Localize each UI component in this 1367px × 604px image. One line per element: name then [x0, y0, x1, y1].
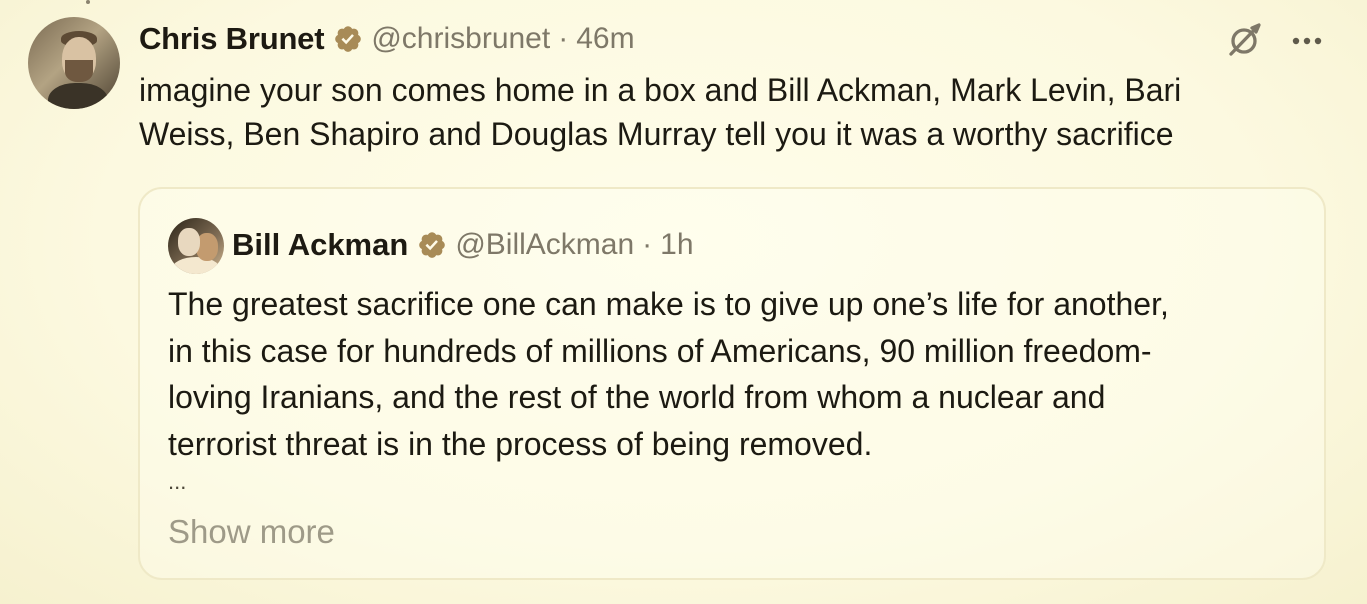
quoted-tweet-card[interactable]: Bill Ackman @BillAckman · 1h The greates…	[138, 187, 1326, 580]
tweet-header: Chris Brunet @chrisbrunet · 46m	[139, 16, 635, 62]
verified-badge-icon	[417, 230, 447, 260]
cropped-reply-indicator	[86, 0, 376, 4]
metadata-separator: ·	[558, 22, 569, 55]
author-handle[interactable]: @chrisbrunet	[371, 22, 550, 56]
author-name[interactable]: Chris Brunet	[139, 21, 325, 57]
quoted-tweet-timestamp[interactable]: 1h	[660, 228, 693, 262]
show-more-link[interactable]: Show more	[168, 511, 335, 553]
quoted-author-name[interactable]: Bill Ackman	[232, 227, 408, 263]
tweet-text: imagine your son comes home in a box and…	[139, 72, 1182, 152]
quoted-author-handle[interactable]: @BillAckman	[455, 228, 634, 262]
truncation-ellipsis: ...	[168, 469, 187, 494]
quoted-author-avatar[interactable]	[168, 218, 224, 274]
grok-icon[interactable]	[1224, 20, 1264, 60]
quoted-tweet-text: The greatest sacrifice one can make is t…	[168, 286, 1169, 462]
tweet-timestamp[interactable]: 46m	[576, 22, 634, 56]
quoted-metadata-separator: ·	[642, 228, 653, 261]
tweet-page: Chris Brunet @chrisbrunet · 46m imagine …	[0, 0, 1367, 604]
verified-badge-icon	[333, 24, 363, 54]
more-options-icon[interactable]	[1288, 25, 1326, 55]
quoted-tweet-header: Bill Ackman @BillAckman · 1h	[232, 221, 694, 269]
author-avatar[interactable]	[28, 17, 120, 109]
